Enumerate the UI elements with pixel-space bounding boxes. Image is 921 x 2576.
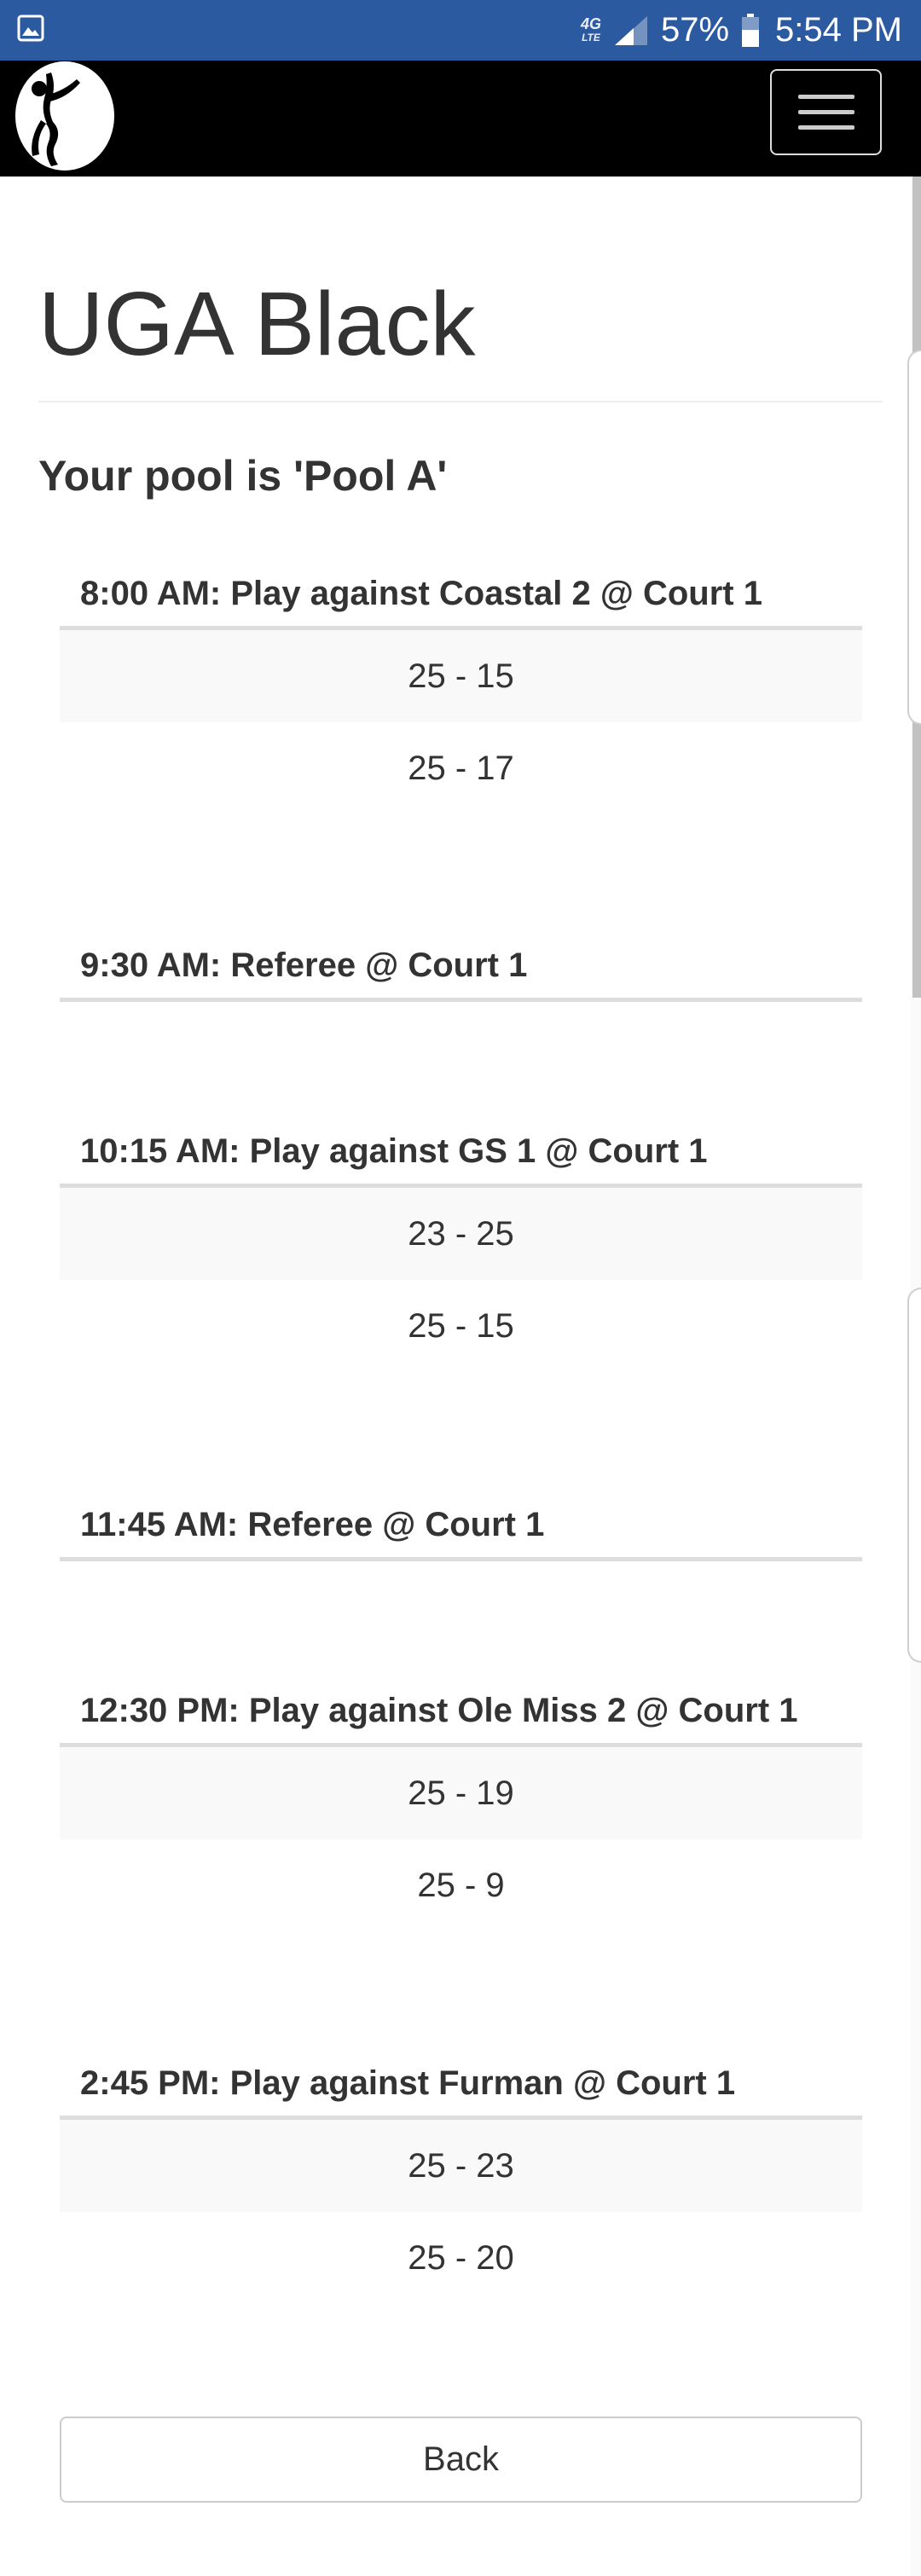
hamburger-menu-icon-bar [797,125,854,130]
score-row: 25 - 23 [60,2120,862,2212]
pool-heading: Your pool is 'Pool A' [38,452,448,500]
game-heading: 2:45 PM: Play against Furman @ Court 1 [60,2046,862,2120]
score-row: 25 - 20 [408,2239,514,2277]
clock: 5:54 PM [775,11,902,49]
score-row: 25 - 15 [60,630,862,722]
gallery-notification-icon [17,14,44,42]
game-heading: 10:15 AM: Play against GS 1 @ Court 1 [60,1114,862,1188]
game-heading: 11:45 AM: Referee @ Court 1 [60,1488,862,1561]
edge-panel-handle[interactable] [907,350,921,725]
battery-icon [742,13,760,47]
game-block: 8:00 AM: Play against Coastal 2 @ Court … [60,557,862,814]
game-block: 11:45 AM: Referee @ Court 1 [60,1488,862,1561]
score-row: 25 - 15 [408,1307,514,1345]
navbar [0,61,921,177]
volleyball-player-logo[interactable] [14,61,116,171]
game-block: 12:30 PM: Play against Ole Miss 2 @ Cour… [60,1674,862,1931]
back-button[interactable]: Back [60,2417,862,2503]
hamburger-menu-icon [797,95,854,99]
score-row: 25 - 19 [60,1747,862,1839]
game-block: 2:45 PM: Play against Furman @ Court 1 25… [60,2046,862,2304]
status-bar: 4G LTE 57% 5:54 PM [0,0,921,61]
game-heading: 9:30 AM: Referee @ Court 1 [60,929,862,1002]
game-block: 10:15 AM: Play against GS 1 @ Court 1 23 … [60,1114,862,1372]
hamburger-menu-button[interactable] [770,69,882,155]
title-divider [38,401,883,402]
score-row: 25 - 17 [408,750,514,787]
game-heading: 8:00 AM: Play against Coastal 2 @ Court … [60,557,862,630]
page-title: UGA Black [38,274,476,374]
edge-panel-handle[interactable] [907,1288,921,1663]
game-block: 9:30 AM: Referee @ Court 1 [60,929,862,1002]
battery-percent: 57% [660,11,730,49]
hamburger-menu-icon-bar [797,110,854,114]
signal-icon [614,15,647,45]
score-row: 23 - 25 [60,1188,862,1280]
network-type: 4G LTE [580,14,601,43]
score-row: 25 - 9 [417,1867,505,1904]
game-heading: 12:30 PM: Play against Ole Miss 2 @ Cour… [60,1674,862,1747]
